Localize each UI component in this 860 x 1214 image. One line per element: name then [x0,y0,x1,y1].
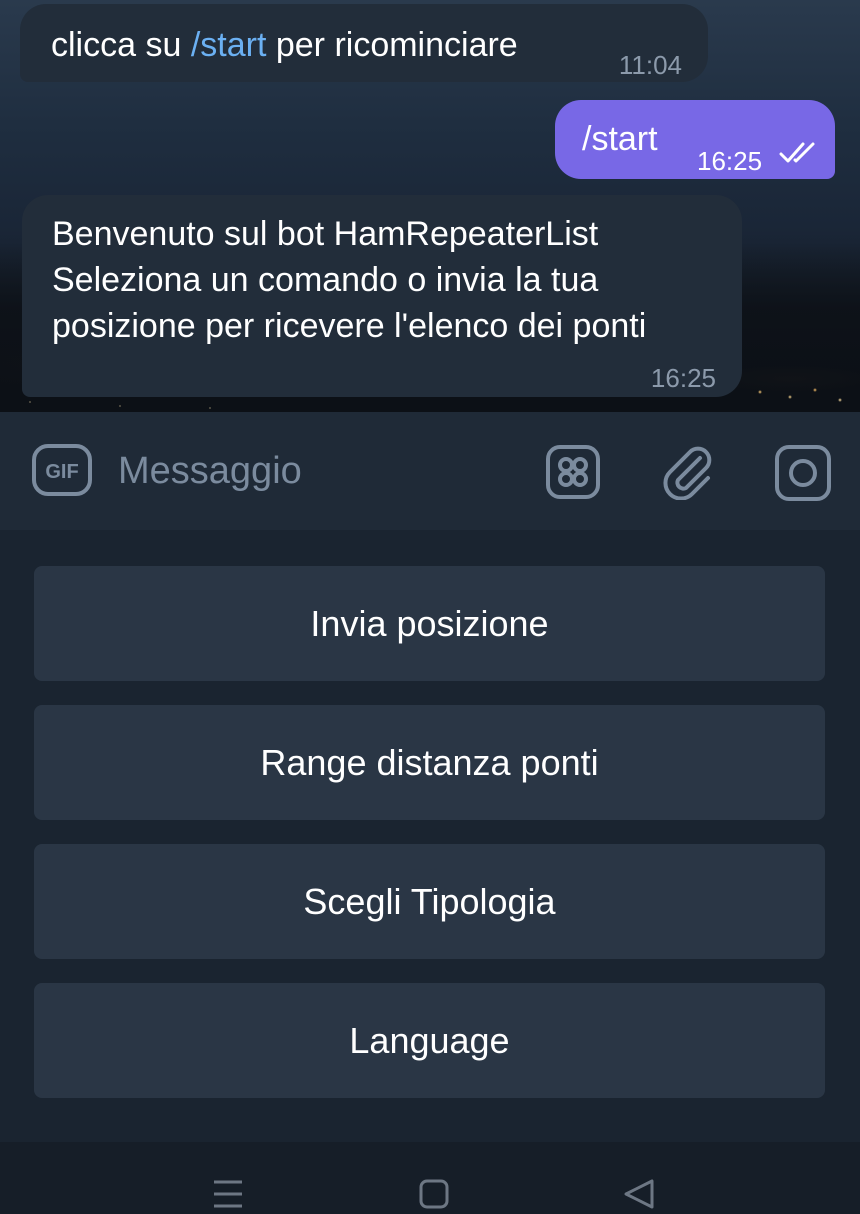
invia-posizione-button[interactable]: Invia posizione [34,566,825,681]
scegli-tipologia-button[interactable]: Scegli Tipologia [34,844,825,959]
bot-reply-keyboard: Invia posizione Range distanza ponti Sce… [0,530,860,1142]
chat-area[interactable]: clicca su /start per ricominciare 11:04 … [0,0,860,412]
sticker-icon[interactable] [545,444,601,500]
menu-icon[interactable] [212,1178,244,1210]
language-button[interactable]: Language [34,983,825,1098]
back-icon[interactable] [622,1178,656,1210]
camera-icon[interactable] [774,444,832,502]
message-text: clicca su /start per ricominciare [51,26,518,64]
message-line: posizione per ricevere l'elenco dei pont… [52,307,647,345]
gif-label: GIF [45,461,78,483]
message-text: Benvenuto sul bot HamRepeaterList Selezi… [52,211,646,349]
command-link[interactable]: /start [191,26,267,64]
message-time: 16:25 [697,146,763,176]
paperclip-icon[interactable] [660,444,716,500]
home-icon[interactable] [418,1178,450,1210]
range-distanza-ponti-button[interactable]: Range distanza ponti [34,705,825,820]
double-check-icon [779,142,815,163]
message-bubble-outgoing[interactable]: /start 16:25 [555,100,835,179]
message-input[interactable]: Messaggio [118,448,302,494]
message-bubble-incoming[interactable]: clicca su /start per ricominciare 11:04 [20,4,708,82]
message-line: Benvenuto sul bot HamRepeaterList [52,215,599,253]
message-time: 11:04 [618,50,682,80]
gif-icon[interactable]: GIF [32,444,92,496]
message-time: 16:25 [650,363,716,393]
message-text: /start [582,120,658,158]
message-bubble-incoming[interactable]: Benvenuto sul bot HamRepeaterList Selezi… [22,195,742,397]
message-line: Seleziona un comando o invia la tua [52,261,599,299]
